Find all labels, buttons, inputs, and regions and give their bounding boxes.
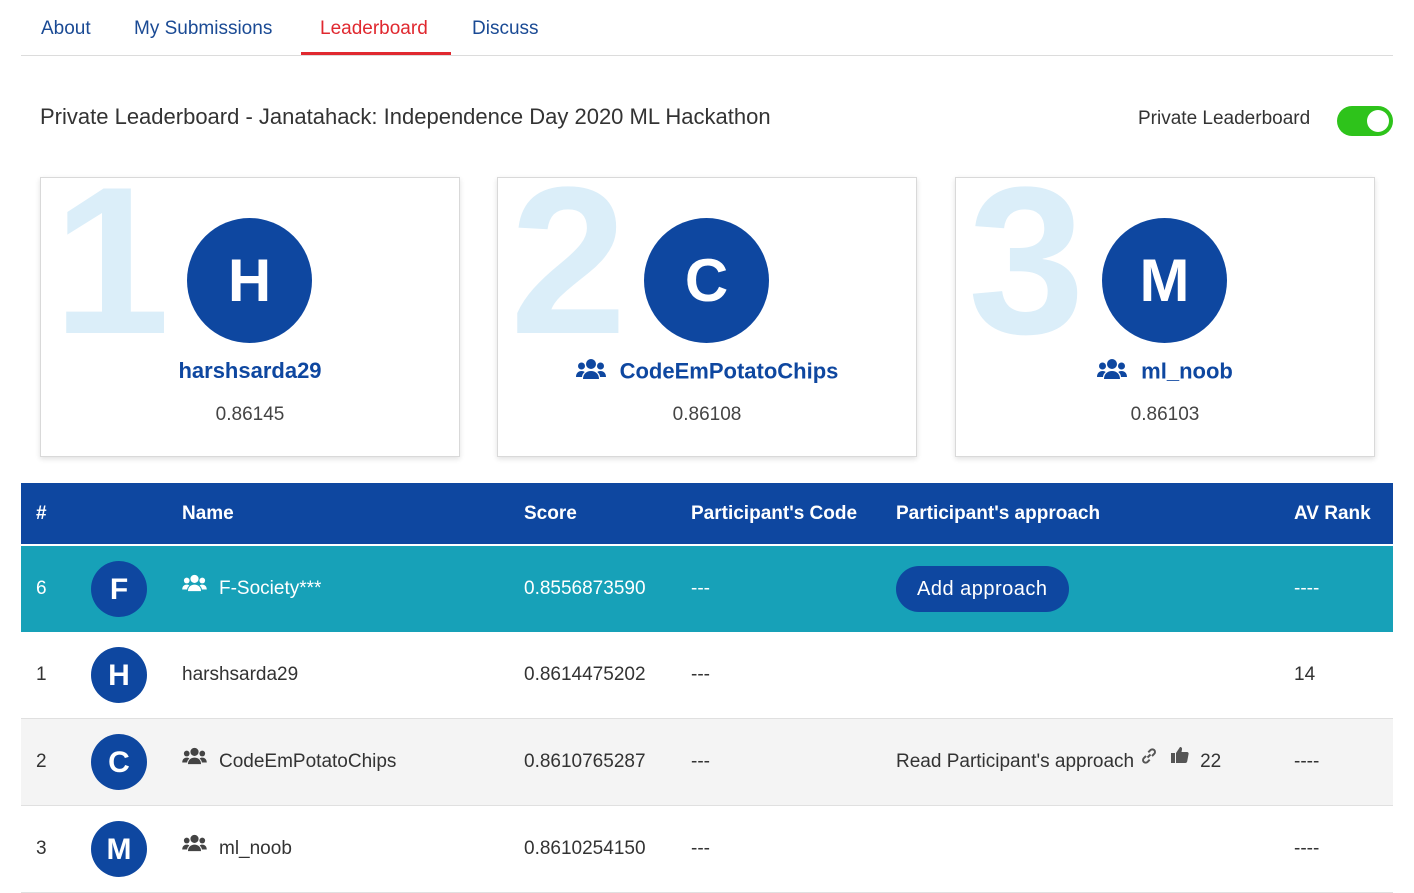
tab-about[interactable]: About	[41, 0, 91, 55]
active-tab-indicator	[301, 52, 451, 55]
team-icon	[575, 358, 606, 385]
toggle-knob	[1367, 110, 1389, 132]
row-av-rank: 14	[1294, 664, 1316, 685]
avatar: H	[187, 218, 312, 343]
row-rank: 3	[36, 838, 47, 859]
add-approach-button[interactable]: Add approach	[896, 566, 1069, 612]
table-row: 2 C CodeEmPotatoChips 0.8610765287 --- R…	[21, 719, 1393, 806]
private-leaderboard-toggle[interactable]	[1337, 106, 1393, 136]
header-score: Score	[524, 503, 577, 524]
tab-leaderboard[interactable]: Leaderboard	[320, 0, 428, 55]
team-icon	[182, 717, 207, 803]
table-row: 3 M ml_noob 0.8610254150 --- ----	[21, 806, 1393, 893]
podium-card-1: 1 H harshsarda29 0.86145	[40, 177, 460, 457]
avatar: F	[91, 561, 147, 617]
table-header: # Name Score Participant's Code Particip…	[21, 483, 1393, 546]
row-rank: 1	[36, 664, 47, 685]
team-icon	[182, 544, 207, 630]
row-rank: 2	[36, 751, 47, 772]
avatar: M	[1102, 218, 1227, 343]
table-row: 1 H harshsarda29 0.8614475202 --- 14	[21, 632, 1393, 719]
link-icon[interactable]	[1140, 717, 1158, 803]
tab-my-submissions[interactable]: My Submissions	[134, 0, 272, 55]
avatar: M	[91, 821, 147, 877]
row-av-rank: ----	[1294, 578, 1320, 599]
row-score: 0.8610254150	[524, 838, 646, 859]
winner-name[interactable]: CodeEmPotatoChips	[620, 359, 839, 384]
row-score: 0.8556873590	[524, 578, 646, 599]
header-av-rank: AV Rank	[1294, 503, 1371, 524]
header-name: Name	[182, 503, 234, 524]
private-leaderboard-label: Private Leaderboard	[1138, 108, 1311, 129]
winner-score: 0.86145	[215, 404, 285, 425]
thumbs-up-icon[interactable]	[1170, 717, 1190, 803]
participant-name[interactable]: harshsarda29	[182, 664, 298, 685]
table-row-current-user: 6 F F-Society*** 0.8556873590 --- Add ap…	[21, 546, 1393, 632]
winner-name[interactable]: harshsarda29	[178, 358, 321, 383]
participant-name[interactable]: ml_noob	[219, 838, 292, 859]
page-title: Private Leaderboard - Janatahack: Indepe…	[40, 104, 771, 129]
row-rank: 6	[36, 578, 47, 599]
leaderboard-table: # Name Score Participant's Code Particip…	[21, 483, 1393, 893]
tab-discuss[interactable]: Discuss	[472, 0, 539, 55]
row-code: ---	[691, 578, 710, 599]
team-icon	[182, 804, 207, 890]
avatar: C	[644, 218, 769, 343]
header-participant-approach: Participant's approach	[896, 503, 1101, 524]
row-code: ---	[691, 751, 710, 772]
row-av-rank: ----	[1294, 751, 1320, 772]
row-score: 0.8614475202	[524, 664, 646, 685]
avatar: C	[91, 734, 147, 790]
header-rank: #	[36, 503, 47, 524]
participant-name[interactable]: F-Society***	[219, 578, 321, 599]
winner-score: 0.86103	[1130, 404, 1200, 425]
team-icon	[1097, 358, 1128, 385]
winner-score: 0.86108	[672, 404, 742, 425]
podium-card-2: 2 C CodeEmPotatoChips 0.86108	[497, 177, 917, 457]
read-approach-link[interactable]: Read Participant's approach	[896, 751, 1134, 772]
tab-bar: About My Submissions Leaderboard Discuss	[21, 0, 1393, 56]
likes-count: 22	[1200, 751, 1222, 772]
row-code: ---	[691, 838, 710, 859]
winner-name[interactable]: ml_noob	[1141, 359, 1233, 384]
podium-card-3: 3 M ml_noob 0.86103	[955, 177, 1375, 457]
row-av-rank: ----	[1294, 838, 1320, 859]
row-code: ---	[691, 664, 710, 685]
rank-number-watermark: 1	[53, 177, 170, 378]
rank-number-watermark: 2	[510, 177, 627, 378]
row-score: 0.8610765287	[524, 751, 646, 772]
participant-name[interactable]: CodeEmPotatoChips	[219, 751, 396, 772]
rank-number-watermark: 3	[968, 177, 1085, 378]
header-participant-code: Participant's Code	[691, 503, 858, 524]
avatar: H	[91, 647, 147, 703]
